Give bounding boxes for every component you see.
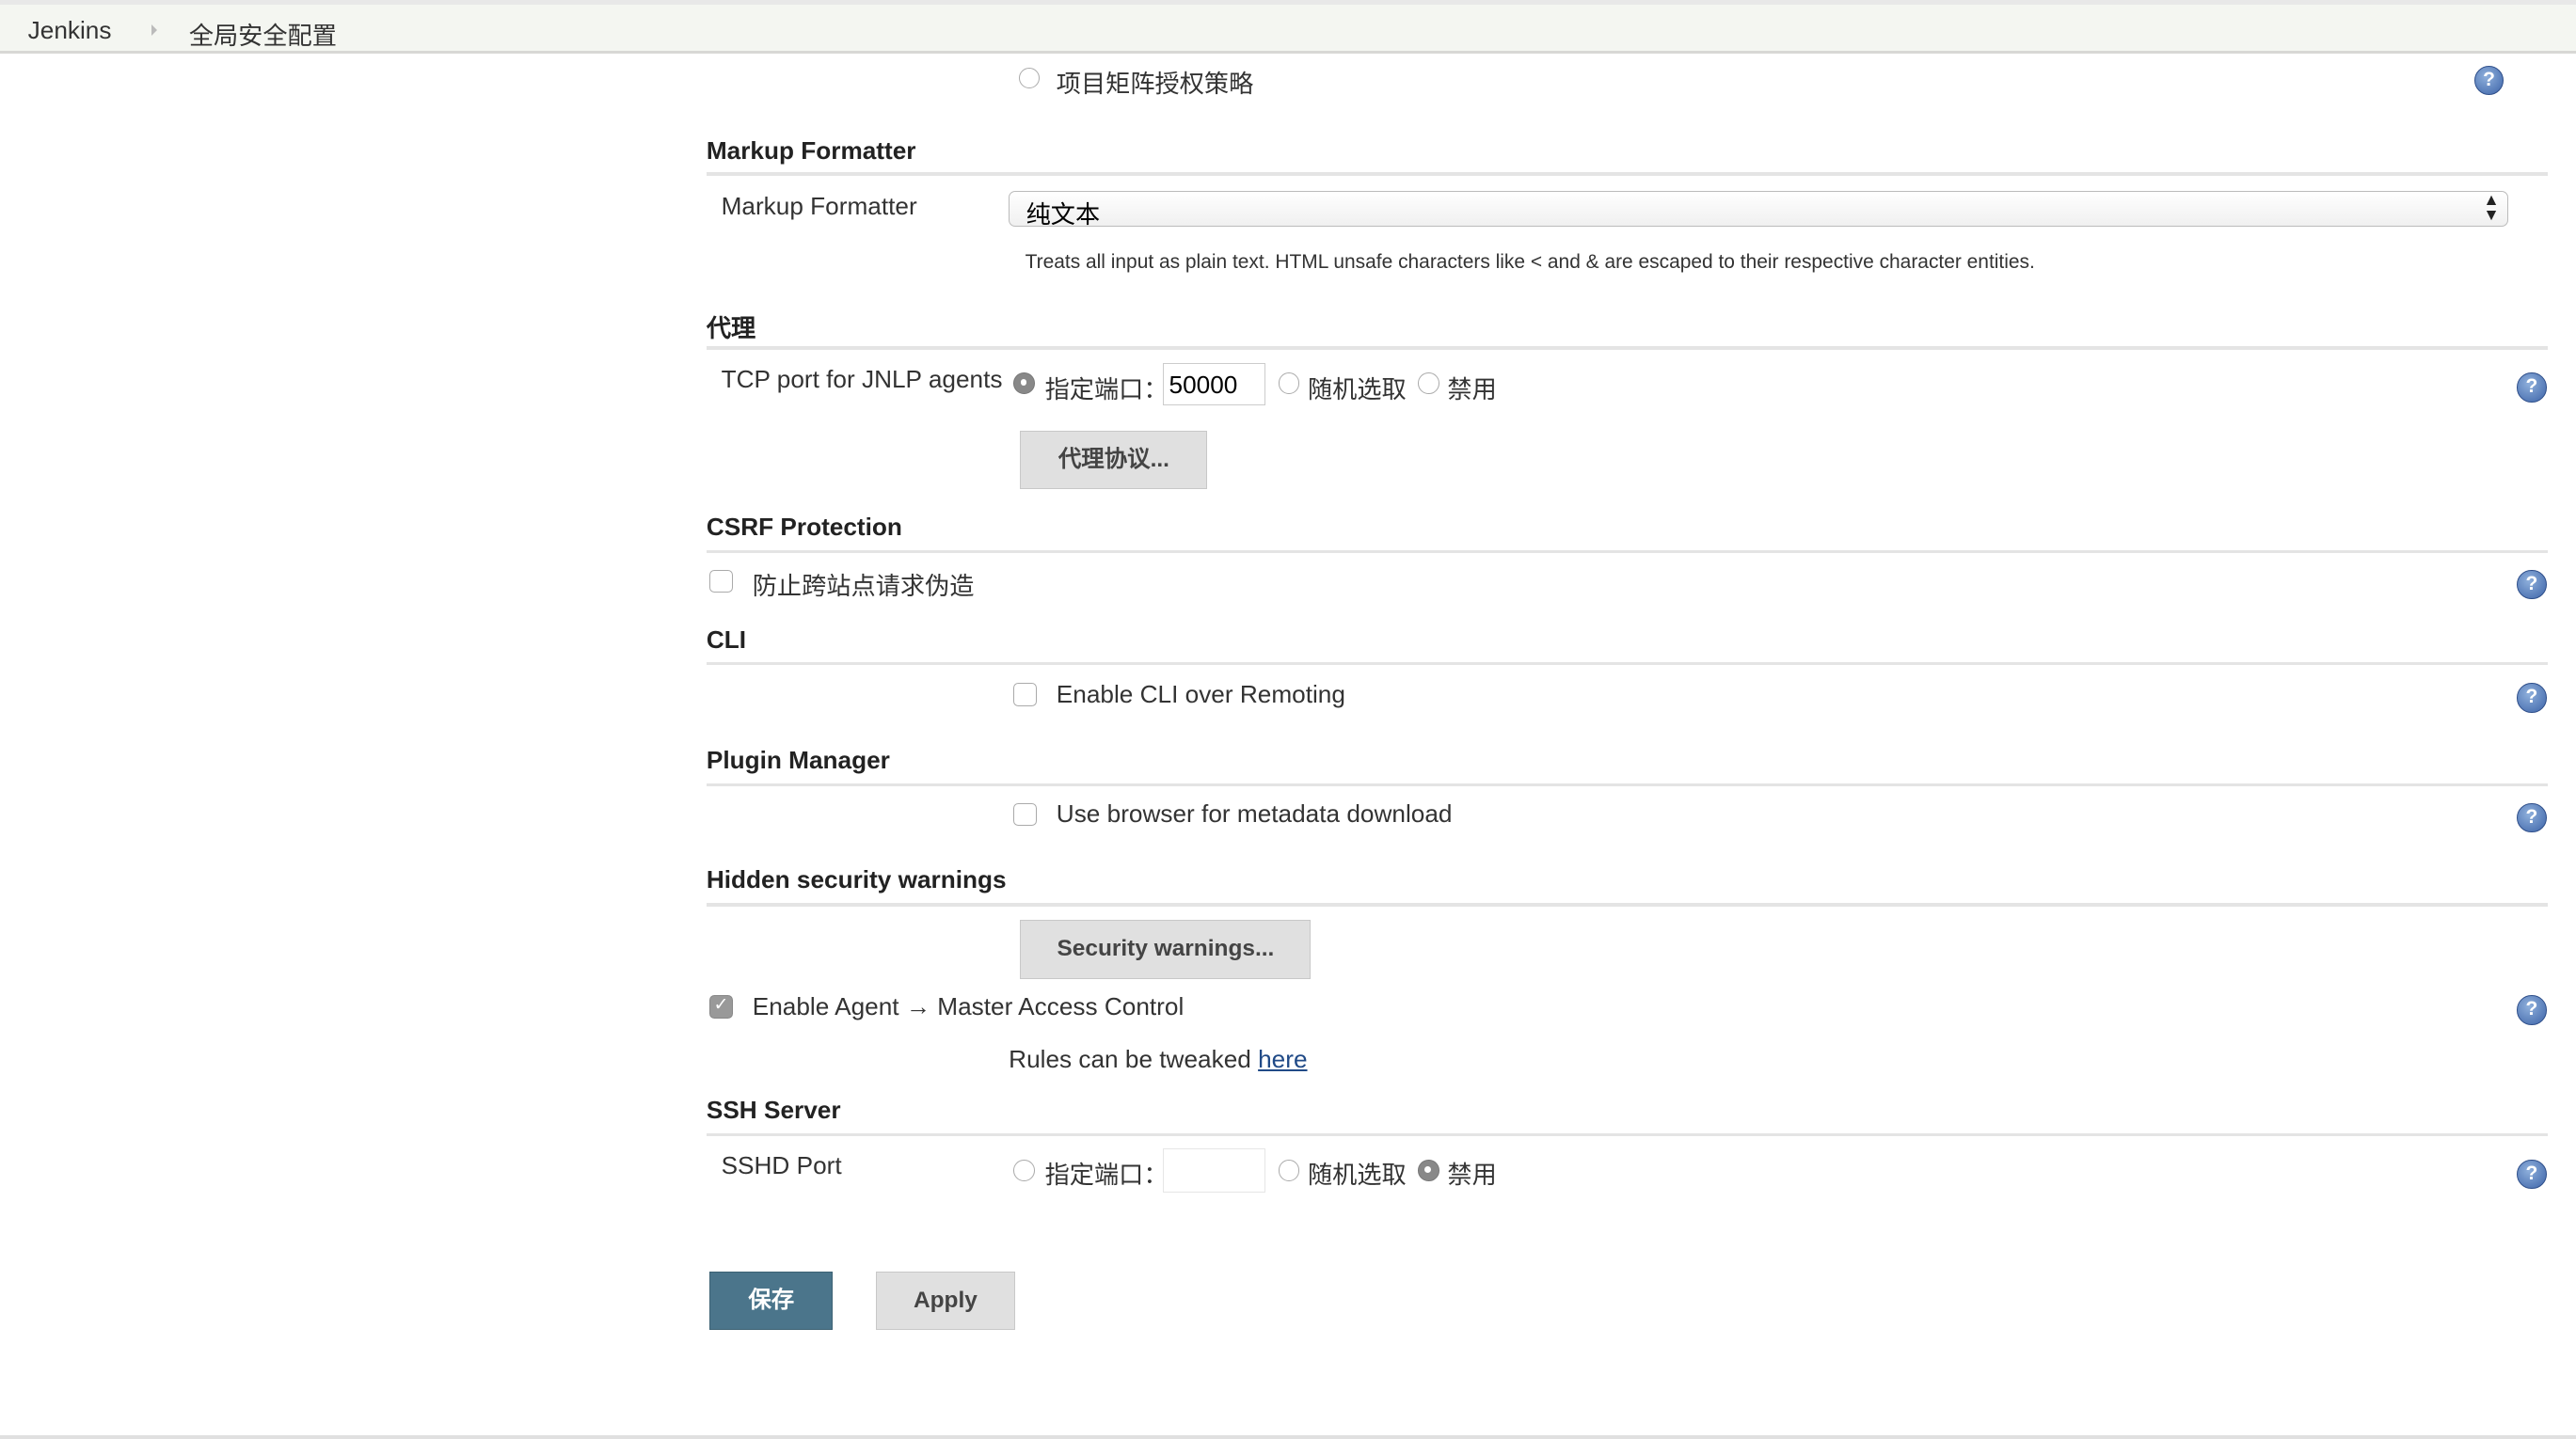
help-icon[interactable]: ? [2517, 1159, 2547, 1190]
browser-metadata-checkbox[interactable] [1013, 802, 1037, 827]
sshd-port-label: SSHD Port [721, 1151, 842, 1180]
help-icon[interactable]: ? [2517, 802, 2547, 833]
divider [706, 783, 2549, 787]
radio-project-matrix-label: 项目矩阵授权策略 [1056, 70, 1254, 99]
help-icon[interactable]: ? [2473, 65, 2504, 96]
breadcrumb-jenkins[interactable]: Jenkins [28, 16, 112, 45]
radio-jnlp-disable-label: 禁用 [1447, 374, 1497, 403]
divider [706, 346, 2549, 350]
sshd-port-input[interactable] [1163, 1147, 1265, 1193]
csrf-checkbox-label: 防止跨站点请求伪造 [752, 572, 975, 601]
markup-formatter-selected: 纯文本 [1026, 200, 1101, 229]
divider [706, 903, 2549, 907]
section-markup-formatter: Markup Formatter [706, 135, 916, 165]
rules-text-prefix: Rules can be tweaked [1009, 1044, 1259, 1073]
select-arrows-icon: ▲ ▼ [2483, 190, 2500, 224]
radio-jnlp-disable[interactable] [1417, 372, 1439, 395]
cli-checkbox-label: Enable CLI over Remoting [1056, 679, 1345, 708]
markup-formatter-select[interactable]: 纯文本 ▲ ▼ [1009, 190, 2509, 229]
radio-jnlp-fixed[interactable] [1013, 372, 1036, 395]
section-ssh: SSH Server [706, 1095, 841, 1124]
agent-protocols-button[interactable]: 代理协议... [1020, 430, 1208, 490]
agent-access-control-label: Enable Agent → Master Access Control [752, 991, 1185, 1020]
cli-checkbox[interactable] [1013, 683, 1037, 706]
breadcrumb: Jenkins 全局安全配置 [0, 5, 2576, 55]
radio-jnlp-random[interactable] [1278, 372, 1300, 395]
security-warnings-button[interactable]: Security warnings... [1020, 919, 1312, 979]
markup-formatter-description: Treats all input as plain text. HTML uns… [1025, 251, 2035, 274]
save-button[interactable]: 保存 [709, 1271, 834, 1331]
help-icon[interactable]: ? [2517, 995, 2547, 1025]
radio-ssh-disable[interactable] [1417, 1159, 1439, 1181]
radio-project-matrix[interactable] [1018, 67, 1041, 89]
section-hidden-warnings: Hidden security warnings [706, 865, 1007, 894]
jnlp-port-label: TCP port for JNLP agents [721, 364, 1003, 393]
csrf-checkbox[interactable] [709, 569, 733, 593]
apply-button[interactable]: Apply [875, 1271, 1016, 1331]
section-cli: CLI [706, 625, 747, 655]
rules-text: Rules can be tweaked here [1009, 1045, 1307, 1074]
radio-ssh-fixed[interactable] [1013, 1159, 1036, 1181]
rules-here-link[interactable]: here [1258, 1045, 1307, 1073]
footer-divider [0, 1435, 2576, 1439]
radio-jnlp-random-label: 随机选取 [1307, 374, 1407, 403]
divider [706, 1132, 2549, 1137]
divider [706, 661, 2549, 666]
markup-formatter-label: Markup Formatter [721, 192, 917, 221]
radio-ssh-random[interactable] [1278, 1159, 1300, 1181]
help-icon[interactable]: ? [2517, 372, 2547, 403]
help-icon[interactable]: ? [2517, 569, 2547, 600]
divider [706, 549, 2549, 554]
help-icon[interactable]: ? [2517, 683, 2547, 713]
breadcrumb-current[interactable]: 全局安全配置 [189, 16, 337, 52]
section-plugin-manager: Plugin Manager [706, 745, 890, 774]
radio-ssh-fixed-label: 指定端口： [1044, 1160, 1169, 1189]
radio-ssh-disable-label: 禁用 [1447, 1160, 1497, 1189]
section-csrf: CSRF Protection [706, 512, 902, 541]
agent-access-control-checkbox[interactable]: ✓ [709, 995, 733, 1019]
divider [706, 172, 2549, 176]
breadcrumb-separator-icon[interactable] [151, 24, 158, 37]
radio-jnlp-fixed-label: 指定端口： [1044, 374, 1169, 403]
browser-metadata-label: Use browser for metadata download [1056, 799, 1453, 829]
section-agents: 代理 [706, 314, 756, 343]
jnlp-port-input[interactable]: 50000 [1163, 362, 1265, 406]
radio-ssh-random-label: 随机选取 [1307, 1160, 1407, 1189]
